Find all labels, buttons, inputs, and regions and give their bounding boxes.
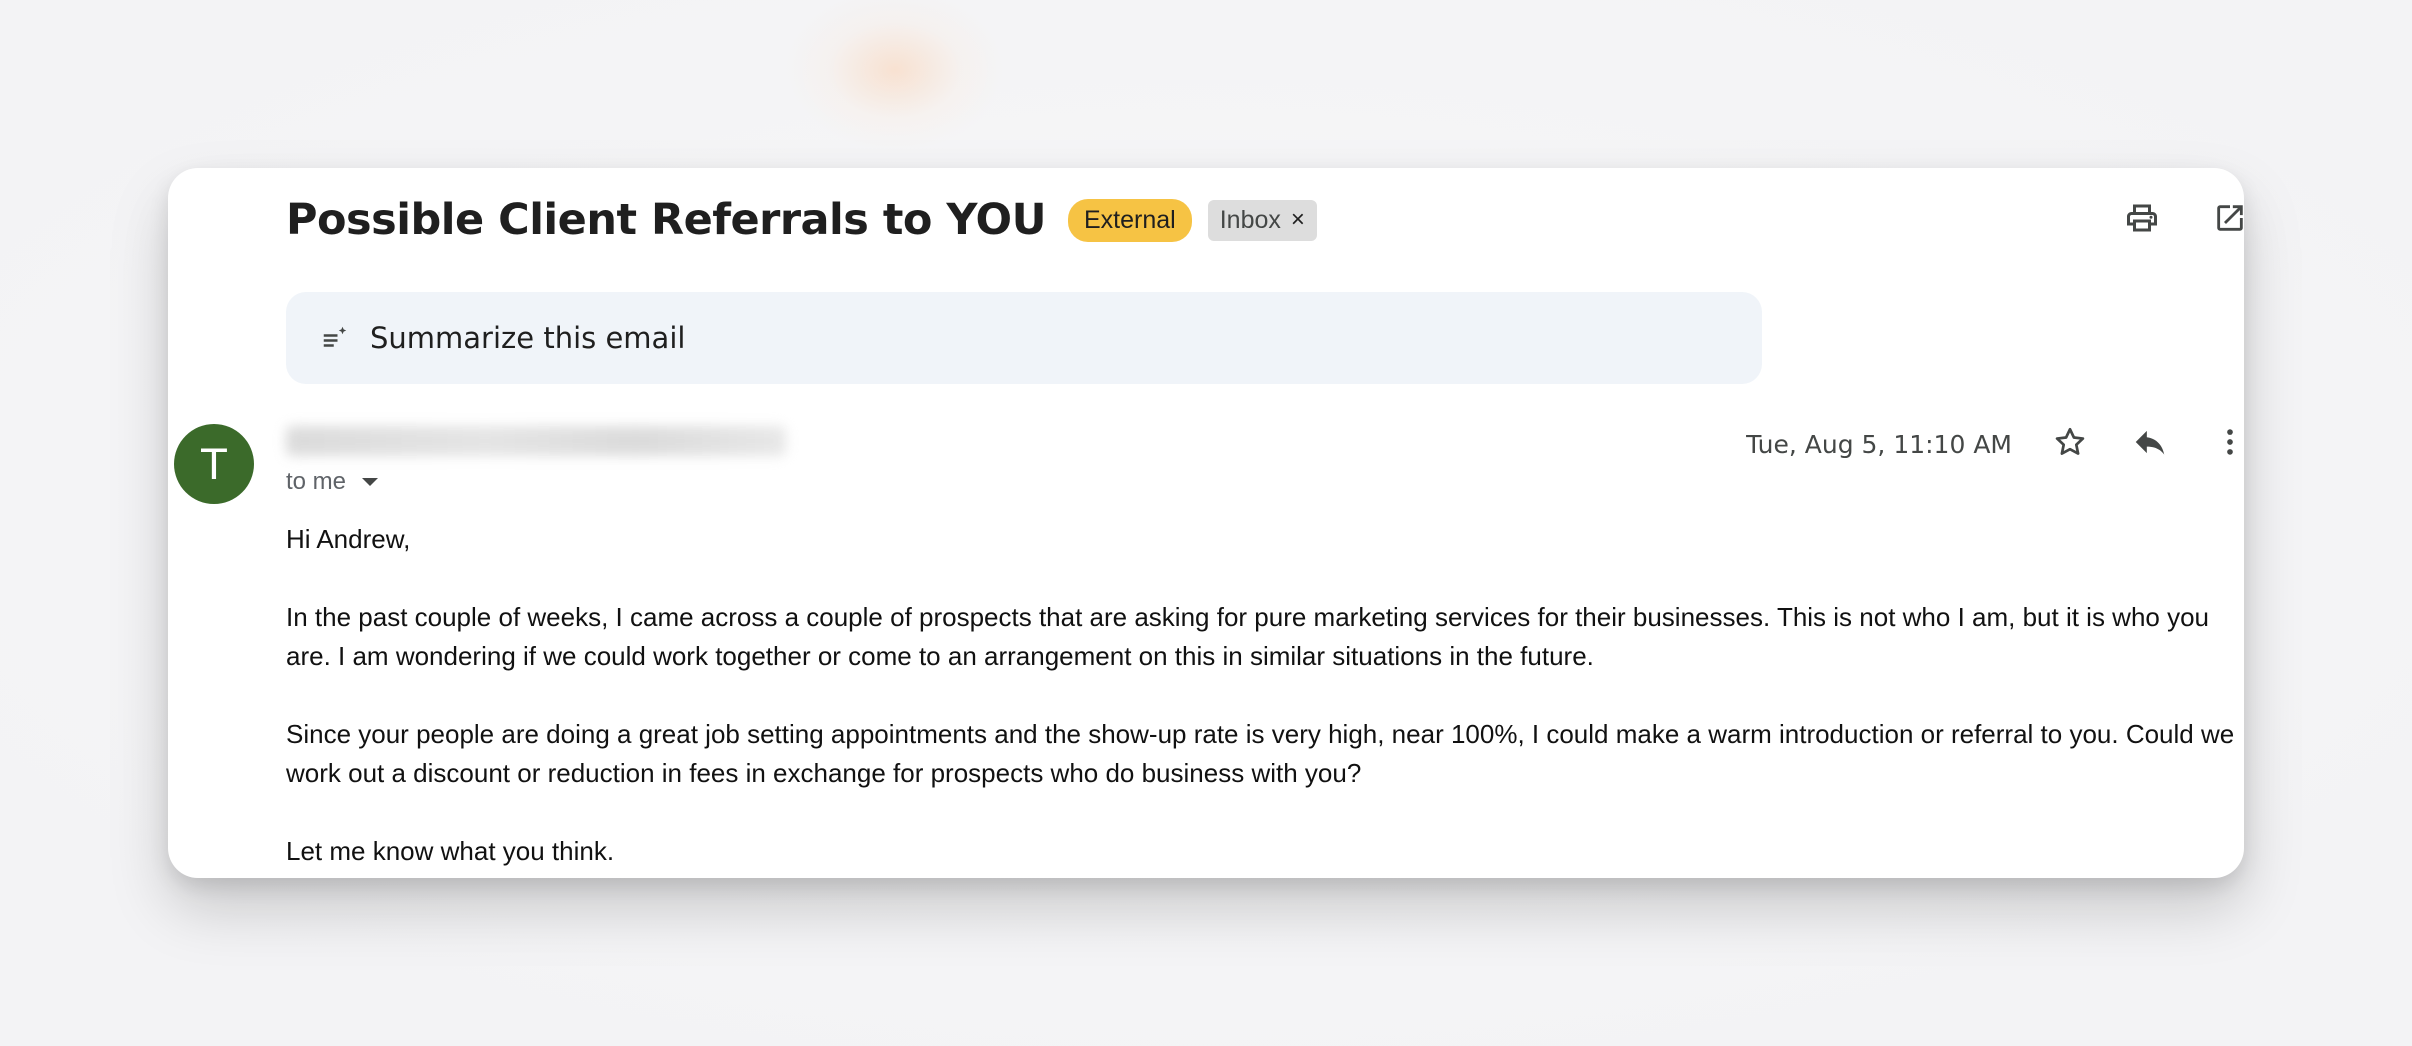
thread-actions [2118, 194, 2244, 242]
caret-down-icon [362, 478, 379, 486]
message-date: Tue, Aug 5, 11:10 AM [1746, 430, 2012, 459]
more-options-button[interactable] [2206, 418, 2244, 466]
summarize-email-button[interactable]: Summarize this email [286, 292, 1762, 384]
message-actions [2046, 418, 2244, 466]
star-icon [2055, 427, 2085, 455]
summarize-label: Summarize this email [370, 321, 686, 355]
print-button[interactable] [2118, 194, 2166, 242]
sender-avatar[interactable]: T [174, 424, 254, 504]
reply-button[interactable] [2126, 418, 2174, 466]
email-closing: Let me know what you think. [286, 836, 615, 866]
email-card: Possible Client Referrals to YOU Externa… [168, 168, 2244, 878]
summarize-icon [323, 326, 347, 347]
sender-name-redacted [286, 426, 786, 456]
email-paragraph: Since your people are doing a great job … [286, 719, 2235, 788]
recipient-details-toggle[interactable]: to me [286, 468, 379, 496]
external-label-badge: External [1068, 198, 1192, 242]
email-greeting: Hi Andrew, [286, 524, 411, 554]
open-in-new-window-button[interactable] [2206, 194, 2244, 242]
subject-row: Possible Client Referrals to YOU Externa… [286, 190, 1317, 250]
recipient-label: to me [286, 468, 347, 495]
more-vert-icon [2227, 429, 2233, 455]
inbox-label-text: Inbox [1219, 205, 1281, 234]
email-subject: Possible Client Referrals to YOU [286, 195, 1047, 245]
star-button[interactable] [2046, 418, 2094, 466]
remove-inbox-label-button[interactable]: × [1291, 206, 1305, 234]
reply-icon [2135, 430, 2165, 455]
inbox-label-badge: Inbox × [1207, 199, 1317, 241]
email-paragraph: In the past couple of weeks, I came acro… [286, 602, 2210, 671]
email-body: Hi Andrew, In the past couple of weeks, … [286, 520, 2244, 878]
open-in-new-window-icon [2217, 205, 2243, 231]
print-icon [2127, 204, 2157, 232]
